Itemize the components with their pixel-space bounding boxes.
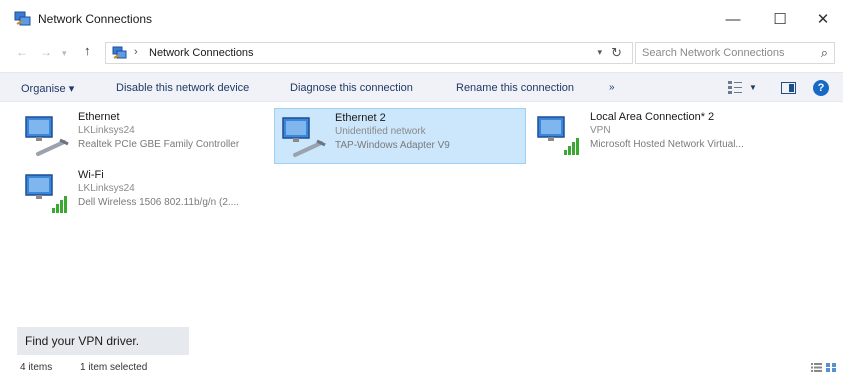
status-bar: 4 items 1 item selected (0, 357, 843, 379)
connection-name: Ethernet 2 (335, 112, 386, 124)
list-item-ethernet[interactable]: Ethernet LKLinksys24 Realtek PCIe GBE Fa… (18, 108, 270, 164)
breadcrumb[interactable]: Network Connections (149, 47, 254, 59)
list-item-local-area-connection-2[interactable]: Local Area Connection* 2 VPN Microsoft H… (530, 108, 800, 164)
large-icons-view-icon[interactable] (826, 363, 836, 372)
network-connections-icon (112, 46, 127, 59)
search-input[interactable] (642, 45, 802, 61)
connection-status: VPN (590, 125, 611, 136)
search-box[interactable]: ⌕ (635, 42, 835, 64)
disable-device-button[interactable]: Disable this network device (116, 82, 249, 94)
item-count: 4 items (20, 362, 53, 373)
breadcrumb-separator-icon: › (134, 46, 138, 58)
back-button[interactable]: ← (16, 45, 28, 59)
organise-button[interactable]: Organise ▾ (21, 82, 74, 95)
window-title: Network Connections (38, 12, 153, 26)
preview-pane-icon[interactable] (781, 82, 796, 94)
connection-device: Realtek PCIe GBE Family Controller (78, 139, 240, 150)
change-view-icon[interactable] (728, 81, 742, 94)
caption-overlay: Find your VPN driver. (17, 327, 189, 355)
forward-button[interactable]: → (40, 45, 52, 59)
connection-name: Wi-Fi (78, 169, 104, 181)
caption-text: Find your VPN driver. (25, 334, 140, 348)
close-button[interactable]: ✕ (803, 6, 843, 32)
search-icon[interactable]: ⌕ (821, 45, 828, 61)
address-field[interactable]: › Network Connections ▾ ↻ (105, 42, 633, 64)
list-item-wifi[interactable]: Wi-Fi LKLinksys24 Dell Wireless 1506 802… (18, 166, 270, 222)
connection-status: Unidentified network (335, 126, 426, 137)
connection-name: Local Area Connection* 2 (590, 111, 715, 123)
selection-count: 1 item selected (80, 362, 148, 373)
connection-device: Microsoft Hosted Network Virtual... (590, 139, 744, 150)
refresh-icon[interactable]: ↻ (611, 45, 622, 61)
ethernet-adapter-icon (282, 117, 326, 157)
view-options-chevron-icon[interactable]: ▼ (749, 83, 757, 92)
connection-device: TAP-Windows Adapter V9 (335, 140, 450, 151)
details-view-icon[interactable] (811, 363, 822, 372)
command-bar: Organise ▾ Disable this network device D… (0, 72, 843, 102)
recent-locations-chevron-icon[interactable]: ▾ (62, 48, 67, 59)
connection-name: Ethernet (78, 111, 120, 123)
more-commands-button[interactable]: » (609, 82, 615, 93)
wifi-adapter-icon (537, 116, 579, 155)
rename-connection-button[interactable]: Rename this connection (456, 82, 574, 94)
connections-list: Ethernet LKLinksys24 Realtek PCIe GBE Fa… (0, 104, 843, 354)
title-bar: Network Connections — ☐ ✕ (0, 0, 843, 38)
address-bar-row: ← → ▾ ↑ › Network Connections ▾ ↻ ⌕ (0, 38, 843, 68)
wifi-adapter-icon (25, 174, 67, 213)
list-item-ethernet-2[interactable]: Ethernet 2 Unidentified network TAP-Wind… (274, 108, 526, 164)
diagnose-connection-button[interactable]: Diagnose this connection (290, 82, 413, 94)
minimize-button[interactable]: — (713, 6, 753, 32)
connection-status: LKLinksys24 (78, 125, 135, 136)
help-icon[interactable]: ? (813, 80, 829, 96)
network-connections-icon (14, 11, 31, 26)
up-button[interactable]: ↑ (84, 43, 91, 58)
connection-status: LKLinksys24 (78, 183, 135, 194)
address-dropdown-icon[interactable]: ▾ (597, 47, 602, 58)
ethernet-adapter-icon (25, 116, 69, 156)
connection-device: Dell Wireless 1506 802.11b/g/n (2.... (78, 197, 240, 208)
maximize-button[interactable]: ☐ (760, 6, 800, 32)
